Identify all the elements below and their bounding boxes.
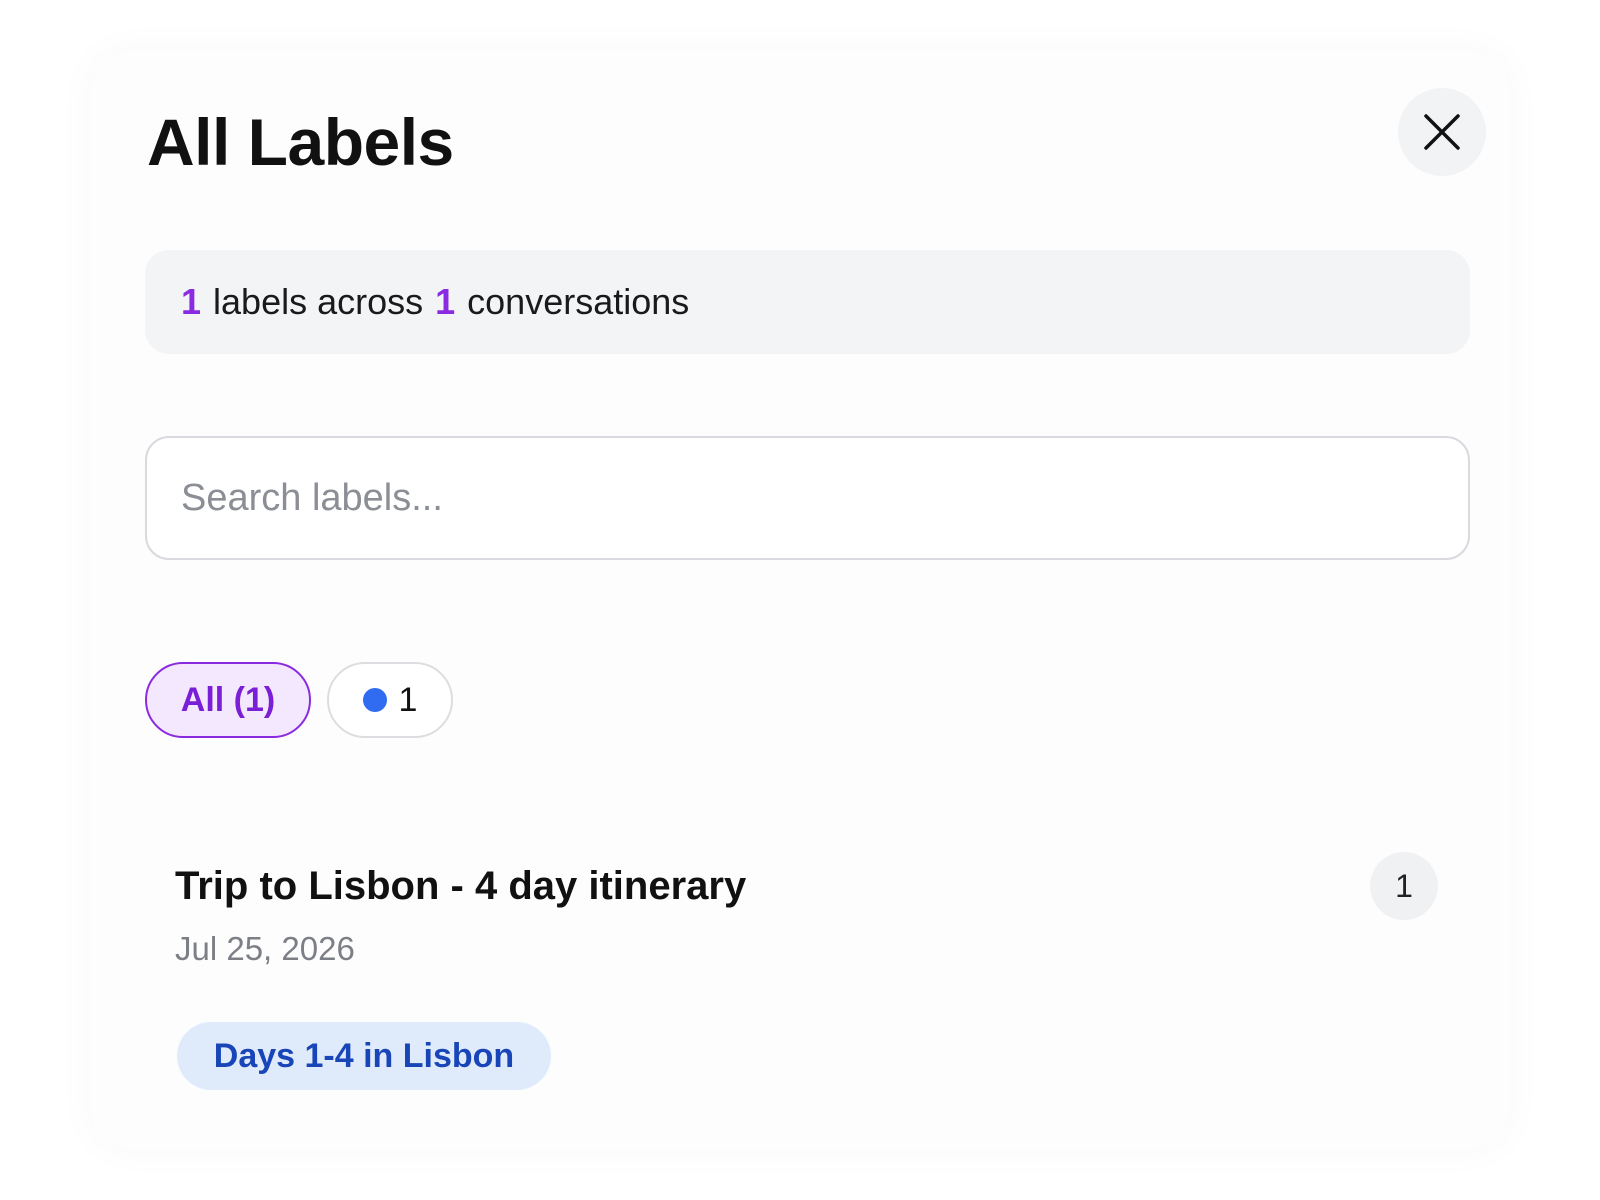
label-count: 1 (181, 281, 202, 322)
conversation-label-count-badge: 1 (1370, 852, 1438, 920)
conversation-label-pill[interactable]: Days 1-4 in Lisbon (177, 1022, 551, 1090)
label-pill-text: Days 1-4 in Lisbon (213, 1036, 515, 1075)
search-field (145, 436, 1470, 560)
filter-chip-all[interactable]: All (1) (145, 662, 311, 738)
label-color-dot (362, 688, 387, 712)
labels-across-text: labels across (213, 281, 424, 322)
labels-summary: 1 labels across 1 conversations (145, 250, 1470, 354)
count-badge-value: 1 (1395, 867, 1413, 904)
filter-chip-label-text: 1 (398, 680, 418, 719)
labels-dialog (90, 50, 1510, 1150)
dialog-title: All Labels (147, 105, 454, 179)
close-button[interactable] (1398, 88, 1486, 176)
search-input[interactable] (147, 438, 1468, 558)
filter-chip-label[interactable]: 1 (327, 662, 453, 738)
filter-chip-all-label: All (1) (180, 680, 276, 719)
close-icon (1424, 114, 1460, 150)
conversation-count: 1 (435, 281, 456, 322)
conversations-text: conversations (467, 281, 690, 322)
conversation-date: Jul 25, 2026 (175, 930, 355, 967)
conversation-title[interactable]: Trip to Lisbon - 4 day itinerary (175, 864, 746, 909)
